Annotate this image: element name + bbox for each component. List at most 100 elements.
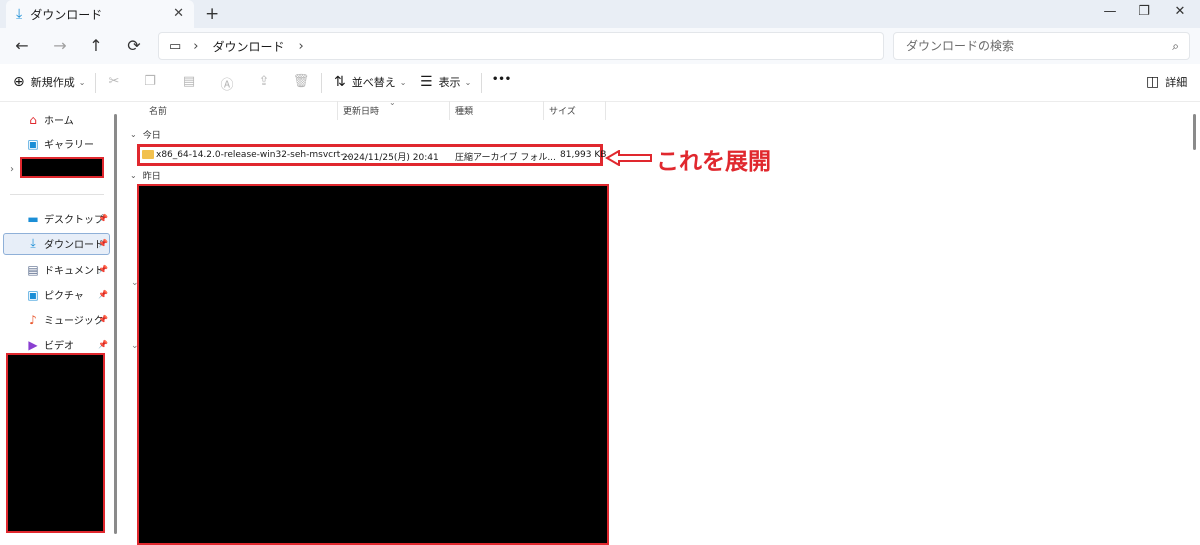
redacted-area: [137, 184, 609, 545]
computer-icon: ▭: [169, 38, 182, 54]
column-header-modified[interactable]: 更新日時: [343, 104, 379, 117]
pin-icon: 📌: [98, 290, 108, 299]
forward-button[interactable]: →: [50, 36, 70, 55]
delete-icon[interactable]: 🗑: [292, 74, 310, 89]
view-button[interactable]: ☰ 表示 ⌄: [420, 74, 471, 90]
sidebar-item-label: ドキュメント: [44, 266, 104, 277]
chevron-down-icon: ⌄: [464, 77, 472, 87]
sidebar-item-pictures[interactable]: ▣ ピクチャ 📌: [26, 287, 110, 303]
view-icon: ☰: [420, 74, 433, 90]
sidebar-item-music[interactable]: ♪ ミュージック 📌: [26, 312, 110, 328]
column-header-type[interactable]: 種類: [455, 104, 473, 117]
file-row-highlighted[interactable]: x86_64-14.2.0-release-win32-seh-msvcrt-.…: [137, 144, 607, 166]
sidebar-item-label: ホーム: [44, 116, 74, 127]
chevron-right-icon[interactable]: ›: [10, 164, 14, 175]
column-header-size[interactable]: サイズ: [549, 104, 576, 117]
group-label: 昨日: [142, 172, 161, 182]
toolbar-divider: [321, 73, 322, 93]
pin-icon: 📌: [98, 239, 108, 248]
tab-close-icon[interactable]: ✕: [173, 6, 184, 21]
sidebar-item-home[interactable]: ⌂ ホーム: [26, 112, 110, 128]
desktop-icon: ▬: [27, 211, 39, 226]
search-icon: ⌕: [1172, 39, 1179, 53]
sidebar-item-desktop[interactable]: ▬ デスクトップ 📌: [26, 211, 110, 227]
file-modified: 2024/11/25(月) 20:41: [342, 153, 439, 163]
sidebar-item-gallery[interactable]: ▣ ギャラリー: [26, 136, 110, 152]
breadcrumb-downloads[interactable]: ダウンロード: [213, 38, 285, 55]
chevron-down-icon: ⌄: [130, 171, 137, 180]
refresh-button[interactable]: ⟳: [124, 36, 144, 55]
share-icon[interactable]: ⇪: [255, 74, 273, 89]
redacted-area: [6, 353, 105, 533]
pictures-icon: ▣: [27, 287, 39, 302]
rename-icon[interactable]: Ⓐ: [218, 74, 236, 93]
sidebar-item-label: ビデオ: [44, 341, 74, 352]
sidebar-item-videos[interactable]: ▶ ビデオ 📌: [26, 337, 110, 353]
gallery-icon: ▣: [27, 136, 39, 151]
download-icon: ⤓: [30, 236, 36, 250]
view-label: 表示: [438, 76, 461, 89]
column-header-name[interactable]: 名前: [149, 104, 167, 117]
sidebar-item-downloads[interactable]: ⤓ ダウンロード 📌: [26, 236, 110, 251]
redacted-area: [20, 157, 104, 178]
chevron-down-icon[interactable]: ⌄: [131, 278, 139, 288]
details-button[interactable]: ◫ 詳細: [1146, 74, 1187, 90]
tab-downloads[interactable]: ⤓ ダウンロード ✕: [6, 0, 194, 28]
pin-icon: 📌: [98, 340, 108, 349]
sort-button[interactable]: ⇅ 並べ替え ⌄: [334, 74, 406, 90]
back-button[interactable]: ←: [12, 36, 32, 55]
pin-icon: 📌: [98, 214, 108, 223]
sidebar-item-documents[interactable]: ▤ ドキュメント 📌: [26, 262, 110, 278]
new-button[interactable]: ⊕ 新規作成 ⌄: [13, 74, 85, 90]
music-icon: ♪: [29, 312, 37, 327]
chevron-down-icon[interactable]: ⌄: [131, 341, 139, 351]
minimize-button[interactable]: —: [1100, 4, 1120, 19]
chevron-down-icon: ⌄: [130, 130, 137, 139]
command-bar: ⊕ 新規作成 ⌄ ✂ ❐ ▤ Ⓐ ⇪ 🗑 ⇅ 並べ替え ⌄ ☰ 表示 ⌄ •••…: [0, 64, 1200, 102]
navigation-bar: ← → ↑ ⟳ ▭ › ダウンロード › ⌕: [0, 28, 1200, 64]
chevron-down-icon: ⌄: [399, 77, 407, 87]
chevron-right-icon: ›: [193, 38, 199, 54]
group-label: 今日: [142, 131, 161, 141]
tab-title: ダウンロード: [30, 7, 103, 22]
search-input[interactable]: [906, 39, 1166, 53]
sidebar-item-label: ギャラリー: [44, 140, 94, 151]
file-size: 81,993 KB: [560, 150, 607, 160]
sidebar-item-label: デスクトップ: [44, 215, 104, 226]
chevron-right-icon[interactable]: ›: [299, 39, 304, 54]
video-icon: ▶: [28, 337, 38, 352]
sidebar-divider: [10, 194, 104, 195]
sidebar-item-label: ダウンロード: [44, 240, 104, 251]
more-options-button[interactable]: •••: [492, 74, 511, 85]
home-icon: ⌂: [29, 112, 37, 127]
plus-circle-icon: ⊕: [13, 74, 25, 90]
column-divider[interactable]: [337, 101, 338, 120]
details-label: 詳細: [1165, 76, 1188, 89]
download-icon: ⤓: [16, 6, 23, 22]
search-box[interactable]: ⌕: [893, 32, 1190, 60]
copy-icon[interactable]: ❐: [141, 74, 159, 89]
new-tab-button[interactable]: +: [205, 4, 219, 24]
cut-icon[interactable]: ✂: [105, 74, 123, 89]
details-pane-icon: ◫: [1146, 74, 1160, 90]
file-name: x86_64-14.2.0-release-win32-seh-msvcrt-.…: [156, 150, 353, 160]
toolbar-divider: [95, 73, 96, 93]
column-divider[interactable]: [605, 101, 606, 120]
up-button[interactable]: ↑: [86, 36, 106, 55]
chevron-down-icon: ⌄: [78, 77, 86, 87]
title-bar: ⤓ ダウンロード ✕ + — ❐ ✕: [0, 0, 1200, 28]
new-label: 新規作成: [30, 76, 75, 89]
paste-icon[interactable]: ▤: [180, 74, 198, 89]
maximize-button[interactable]: ❐: [1134, 4, 1154, 19]
group-header-today[interactable]: ⌄ 今日: [130, 128, 161, 141]
column-divider[interactable]: [543, 101, 544, 120]
group-header-yesterday[interactable]: ⌄ 昨日: [130, 169, 161, 182]
window-close-button[interactable]: ✕: [1170, 4, 1190, 19]
sidebar-item-label: ミュージック: [44, 316, 104, 327]
file-type: 圧縮アーカイブ フォル...: [455, 153, 556, 163]
sidebar-item-label: ピクチャ: [44, 291, 84, 302]
column-divider[interactable]: [449, 101, 450, 120]
content-scrollbar[interactable]: [1193, 114, 1196, 150]
address-bar[interactable]: ▭ › ダウンロード ›: [158, 32, 884, 60]
sidebar-scrollbar[interactable]: [114, 114, 117, 534]
